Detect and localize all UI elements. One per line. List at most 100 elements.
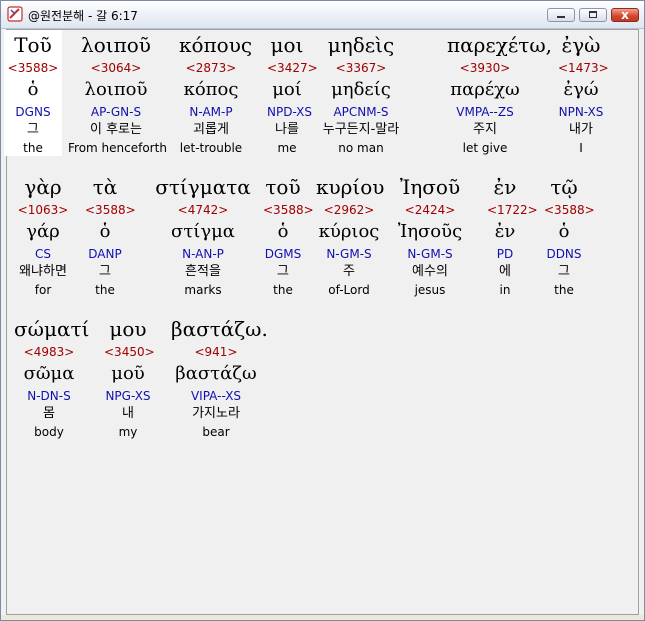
morphology-code: NPN-XS xyxy=(558,105,604,119)
word-block[interactable]: μου <3450> μοῦ NPG-XS 내 my xyxy=(104,314,155,440)
korean-gloss: 누구든지-말라 xyxy=(322,122,400,137)
lemma: γάρ xyxy=(26,221,60,242)
minimize-button[interactable] xyxy=(547,8,575,22)
lemma: κόπος xyxy=(183,79,239,100)
strong-number[interactable]: <3588> xyxy=(544,202,595,218)
english-gloss: marks xyxy=(184,283,222,297)
korean-gloss: 예수의 xyxy=(412,264,448,279)
word-block[interactable]: ἐν <1722> ἐν PD 에 in xyxy=(487,172,538,298)
word-block[interactable]: Τοῦ <3588> ὁ DGNS 그 the xyxy=(4,30,62,156)
close-button[interactable]: x xyxy=(611,8,639,22)
greek-word: Τοῦ xyxy=(14,33,52,57)
strong-number[interactable]: <2424> xyxy=(393,202,467,218)
korean-gloss: 왜냐하면 xyxy=(19,264,67,279)
korean-gloss: 주 xyxy=(343,264,355,279)
english-gloss: I xyxy=(579,141,583,155)
english-gloss: the xyxy=(95,283,115,297)
english-gloss: my xyxy=(118,425,138,439)
english-gloss: in xyxy=(499,283,511,297)
english-gloss: the xyxy=(273,283,293,297)
strong-number[interactable]: <3588> xyxy=(263,202,314,218)
lemma: ὁ xyxy=(558,221,570,242)
word-block[interactable]: λοιποῦ <3064> λοιποῦ AP-GN-S 이 후로는 From hence… xyxy=(68,30,167,156)
english-gloss: let-trouble xyxy=(179,141,243,155)
greek-word: κυρίου xyxy=(316,175,385,199)
lemma: σῶμα xyxy=(23,363,75,384)
title-bar[interactable]: @원전분해 - 갈 6:17 x xyxy=(1,1,644,29)
lemma: Ἰησοῦς xyxy=(397,221,463,242)
korean-gloss: 그 xyxy=(558,264,570,279)
morphology-code: N-GM-S xyxy=(326,247,372,261)
lemma: κύριος xyxy=(318,221,380,242)
strong-number[interactable]: <2962> xyxy=(316,202,382,218)
morphology-code: CS xyxy=(35,247,51,261)
morphology-code: VMPA--ZS xyxy=(456,105,514,119)
morphology-code: N-GM-S xyxy=(407,247,453,261)
word-block[interactable]: στίγματα <4742> στίγμα N-AN-P 흔적을 marks xyxy=(154,172,252,298)
korean-gloss: 그 xyxy=(99,264,111,279)
word-block[interactable]: κυρίου <2962> κύριος N-GM-S 주 of-Lord xyxy=(316,172,385,298)
app-window: @원전분해 - 갈 6:17 x Τοῦ <3588> ὁ DGNS 그 the λοιπο… xyxy=(0,0,645,621)
greek-word: τὰ xyxy=(92,175,118,199)
greek-word: παρεχέτω, xyxy=(447,33,552,57)
korean-gloss: 나를 xyxy=(275,122,299,137)
word-block[interactable]: κόπους <2873> κόπος N-AM-P 괴롭게 let-trouble xyxy=(179,30,253,156)
strong-number[interactable]: <1063> xyxy=(15,202,71,218)
strong-number[interactable]: <3588> xyxy=(4,60,62,76)
strong-number[interactable]: <2873> xyxy=(179,60,243,76)
morphology-code: NPD-XS xyxy=(267,105,313,119)
english-gloss: bear xyxy=(202,425,230,439)
strong-number[interactable]: <3064> xyxy=(68,60,164,76)
korean-gloss: 이 후로는 xyxy=(90,122,142,137)
korean-gloss: 그 xyxy=(277,264,289,279)
morphology-code: DANP xyxy=(88,247,122,261)
greek-word: μοι xyxy=(270,33,304,57)
word-block[interactable]: παρεχέτω, <3930> παρέχω VMPA--ZS 주지 let give xyxy=(447,30,552,156)
english-gloss: let give xyxy=(462,141,508,155)
strong-number[interactable]: <3367> xyxy=(316,60,406,76)
strong-number[interactable]: <1473> xyxy=(558,60,609,76)
korean-gloss: 몸 xyxy=(43,406,55,421)
word-block[interactable]: μοι <3427> μοί NPD-XS 나를 me xyxy=(267,30,318,156)
greek-word: λοιποῦ xyxy=(81,33,151,57)
lemma: λοιποῦ xyxy=(84,79,148,100)
morphology-code: NPG-XS xyxy=(105,389,151,403)
greek-word: μου xyxy=(109,317,147,341)
strong-number[interactable]: <3450> xyxy=(104,344,155,360)
word-block[interactable]: τοῦ <3588> ὁ DGMS 그 the xyxy=(263,172,314,298)
lemma: ὁ xyxy=(277,221,289,242)
word-block[interactable]: ἐγὼ <1473> ἐγώ NPN-XS 내가 I xyxy=(558,30,609,156)
strong-number[interactable]: <3588> xyxy=(85,202,136,218)
korean-gloss: 내 xyxy=(122,406,134,421)
greek-word: Ἰησοῦ xyxy=(399,175,461,199)
word-block[interactable]: μηδεὶς <3367> μηδείς APCNM-S 누구든지-말라 no man xyxy=(316,30,406,156)
greek-word: ἐν xyxy=(493,175,517,199)
strong-number[interactable]: <3930> xyxy=(447,60,523,76)
minimize-icon xyxy=(557,16,565,18)
english-gloss: me xyxy=(277,141,297,155)
word-block[interactable]: γὰρ <1063> γάρ CS 왜냐하면 for xyxy=(15,172,71,298)
word-block[interactable]: σώματί <4983> σῶμα N-DN-S 몸 body xyxy=(14,314,89,440)
maximize-button[interactable] xyxy=(579,8,607,22)
morphology-code: N-DN-S xyxy=(27,389,71,403)
maximize-icon xyxy=(589,11,597,18)
strong-number[interactable]: <4983> xyxy=(14,344,84,360)
greek-word: ἐγὼ xyxy=(561,33,601,57)
korean-gloss: 에 xyxy=(499,264,511,279)
status-bar xyxy=(1,615,644,620)
lemma: παρέχω xyxy=(450,79,520,100)
morphology-code: APCNM-S xyxy=(333,105,389,119)
word-block[interactable]: βαστάζω. <941> βαστάζω VIPA--XS 가지노라 bear xyxy=(171,314,268,440)
greek-word: κόπους xyxy=(179,33,253,57)
morphology-code: N-AN-P xyxy=(182,247,224,261)
word-block[interactable]: Ἰησοῦ <2424> Ἰησοῦς N-GM-S 예수의 jesus xyxy=(393,172,467,298)
strong-number[interactable]: <1722> xyxy=(487,202,538,218)
word-block[interactable]: τῷ <3588> ὁ DDNS 그 the xyxy=(544,172,595,298)
english-gloss: body xyxy=(34,425,64,439)
english-gloss: for xyxy=(34,283,52,297)
strong-number[interactable]: <941> xyxy=(171,344,261,360)
strong-number[interactable]: <3427> xyxy=(267,60,318,76)
word-block[interactable]: τὰ <3588> ὁ DANP 그 the xyxy=(85,172,136,298)
english-gloss: the xyxy=(23,141,43,155)
strong-number[interactable]: <4742> xyxy=(154,202,252,218)
